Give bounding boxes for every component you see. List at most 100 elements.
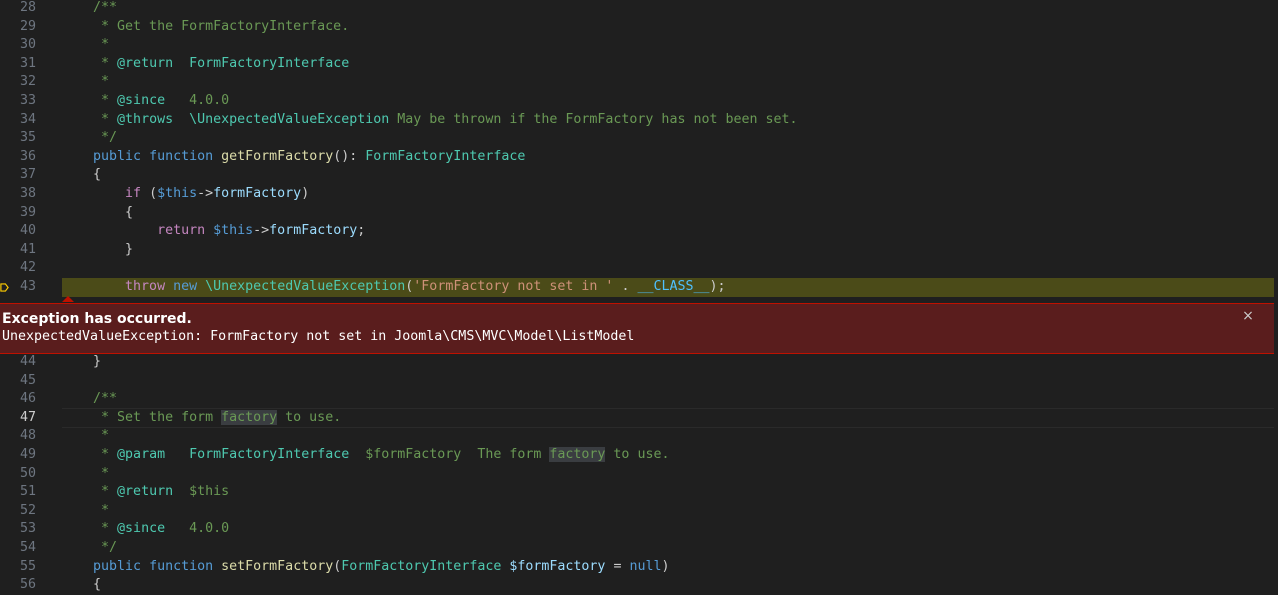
line-number[interactable]: 51: [0, 483, 36, 502]
code-line[interactable]: 53 * @since 4.0.0: [0, 520, 1278, 539]
code-line[interactable]: 42: [0, 259, 1278, 278]
code-line[interactable]: 46 /**: [0, 390, 1278, 409]
line-number[interactable]: 32: [0, 73, 36, 92]
line-number[interactable]: 41: [0, 241, 36, 260]
code-token: $this: [173, 484, 230, 499]
line-number[interactable]: 30: [0, 36, 36, 55]
code-line[interactable]: 49 * @param FormFactoryInterface $formFa…: [0, 446, 1278, 465]
line-number[interactable]: 29: [0, 18, 36, 37]
line-number[interactable]: 50: [0, 465, 36, 484]
code-text[interactable]: {: [61, 576, 101, 595]
code-line[interactable]: 45: [0, 372, 1278, 391]
code-line[interactable]: 28 /**: [0, 0, 1278, 18]
code-text[interactable]: }: [61, 353, 101, 372]
code-line[interactable]: 52 *: [0, 502, 1278, 521]
line-number[interactable]: 53: [0, 520, 36, 539]
code-token: {: [61, 205, 134, 220]
line-number[interactable]: 46: [0, 390, 36, 409]
code-text[interactable]: *: [61, 427, 109, 446]
code-token: @return: [117, 484, 174, 499]
line-number[interactable]: 38: [0, 185, 36, 204]
code-token: *: [61, 447, 118, 462]
line-number[interactable]: 55: [0, 558, 36, 577]
code-text[interactable]: * @throws \UnexpectedValueException May …: [61, 111, 798, 130]
code-line[interactable]: 50 *: [0, 465, 1278, 484]
code-line[interactable]: 47 * Set the form factory to use.: [0, 409, 1278, 428]
code-text[interactable]: * Set the form factory to use.: [61, 409, 341, 428]
line-number[interactable]: 34: [0, 111, 36, 130]
code-text[interactable]: * @param FormFactoryInterface $formFacto…: [61, 446, 669, 465]
code-text[interactable]: }: [61, 241, 133, 260]
code-line[interactable]: 39 {: [0, 204, 1278, 223]
code-text[interactable]: return $this->formFactory;: [61, 222, 365, 241]
line-number[interactable]: 36: [0, 148, 36, 167]
line-number[interactable]: 39: [0, 204, 36, 223]
code-text[interactable]: * @since 4.0.0: [61, 92, 229, 111]
code-text[interactable]: /**: [61, 390, 117, 409]
code-line[interactable]: 44 }: [0, 353, 1278, 372]
code-line[interactable]: 51 * @return $this: [0, 483, 1278, 502]
line-number[interactable]: 52: [0, 502, 36, 521]
code-text[interactable]: /**: [61, 0, 117, 18]
debug-stopped-icon[interactable]: [0, 283, 9, 292]
line-number[interactable]: 45: [0, 372, 36, 391]
code-token: .: [613, 279, 638, 294]
code-text[interactable]: throw new \UnexpectedValueException('For…: [61, 278, 726, 297]
code-line[interactable]: 54 */: [0, 539, 1278, 558]
code-line[interactable]: 40 return $this->formFactory;: [0, 222, 1278, 241]
code-text[interactable]: public function getFormFactory(): FormFa…: [61, 148, 525, 167]
code-line[interactable]: 56 {: [0, 576, 1278, 595]
line-number[interactable]: 42: [0, 259, 36, 278]
line-number[interactable]: 31: [0, 55, 36, 74]
code-text[interactable]: *: [61, 465, 109, 484]
code-text[interactable]: public function setFormFactory(FormFacto…: [61, 558, 670, 577]
code-token: *: [61, 74, 110, 89]
line-number[interactable]: 47: [0, 409, 36, 428]
code-text[interactable]: {: [61, 204, 133, 223]
line-number[interactable]: 54: [0, 539, 36, 558]
code-line[interactable]: 37 {: [0, 166, 1278, 185]
close-icon[interactable]: ×: [1240, 308, 1256, 324]
exception-message: UnexpectedValueException: FormFactory no…: [2, 329, 635, 344]
code-line[interactable]: 29 * Get the FormFactoryInterface.: [0, 18, 1278, 37]
code-token: ():: [333, 149, 366, 164]
code-text[interactable]: */: [61, 129, 117, 148]
code-line[interactable]: 48 *: [0, 427, 1278, 446]
code-line[interactable]: 30 *: [0, 36, 1278, 55]
code-text[interactable]: * Get the FormFactoryInterface.: [61, 18, 349, 37]
code-token: 4.0.0: [165, 93, 230, 108]
code-text[interactable]: */: [61, 539, 117, 558]
code-line[interactable]: 36 public function getFormFactory(): For…: [0, 148, 1278, 167]
code-line[interactable]: 33 * @since 4.0.0: [0, 92, 1278, 111]
code-text[interactable]: *: [61, 502, 109, 521]
code-editor[interactable]: 28 /** 29 * Get the FormFactoryInterface.…: [0, 0, 1278, 592]
code-text[interactable]: * @return FormFactoryInterface: [61, 55, 349, 74]
code-line[interactable]: 34 * @throws \UnexpectedValueException M…: [0, 111, 1278, 130]
code-line[interactable]: 43 throw new \UnexpectedValueException('…: [0, 278, 1278, 297]
code-text[interactable]: * @return $this: [61, 483, 229, 502]
line-number[interactable]: 33: [0, 92, 36, 111]
code-line[interactable]: 32 *: [0, 73, 1278, 92]
code-text[interactable]: *: [61, 36, 109, 55]
line-number[interactable]: 35: [0, 129, 36, 148]
line-number[interactable]: 56: [0, 576, 36, 595]
line-number[interactable]: 49: [0, 446, 36, 465]
line-number[interactable]: 44: [0, 353, 36, 372]
code-line[interactable]: 41 }: [0, 241, 1278, 260]
code-line[interactable]: 31 * @return FormFactoryInterface: [0, 55, 1278, 74]
code-token: @return: [117, 56, 174, 71]
code-line[interactable]: 35 */: [0, 129, 1278, 148]
line-number[interactable]: 37: [0, 166, 36, 185]
code-line[interactable]: 55 public function setFormFactory(FormFa…: [0, 558, 1278, 577]
code-text[interactable]: * @since 4.0.0: [61, 520, 229, 539]
code-text[interactable]: {: [61, 166, 101, 185]
code-text[interactable]: *: [61, 73, 109, 92]
code-text[interactable]: if ($this->formFactory): [61, 185, 309, 204]
line-number[interactable]: 28: [0, 0, 36, 18]
line-number[interactable]: 48: [0, 427, 36, 446]
line-number[interactable]: 40: [0, 222, 36, 241]
code-token: formFactory: [269, 223, 358, 238]
code-line[interactable]: 38 if ($this->formFactory): [0, 185, 1278, 204]
